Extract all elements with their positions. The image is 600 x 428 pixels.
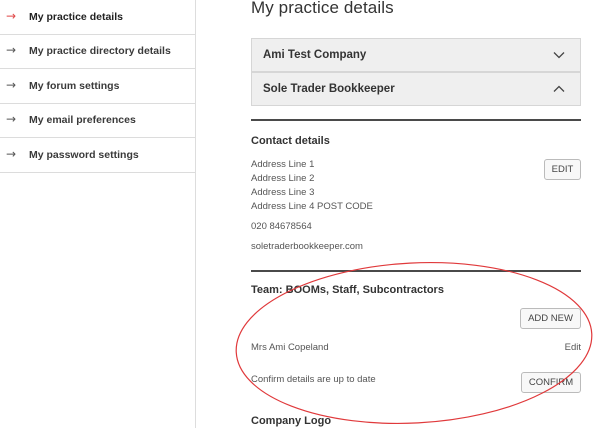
- arrow-right-icon: →: [6, 146, 17, 161]
- accordion-label: Ami Test Company: [263, 49, 367, 61]
- accordion-sole-trader-bookkeeper[interactable]: Sole Trader Bookkeeper: [251, 72, 581, 106]
- address-line: Address Line 2: [251, 173, 315, 184]
- section-divider: [251, 119, 581, 121]
- team-heading: Team: BOOMs, Staff, Subcontractors: [251, 284, 444, 296]
- sidebar-item-practice-details[interactable]: → My practice details: [0, 0, 195, 35]
- accordion-ami-test-company[interactable]: Ami Test Company: [251, 38, 581, 72]
- sidebar-item-password-settings[interactable]: → My password settings: [0, 138, 195, 173]
- confirm-button[interactable]: CONFIRM: [521, 372, 581, 393]
- sidebar-item-email-preferences[interactable]: → My email preferences: [0, 104, 195, 138]
- accordion-label: Sole Trader Bookkeeper: [263, 83, 395, 95]
- arrow-right-icon: →: [6, 8, 17, 23]
- sidebar-item-label: My password settings: [29, 148, 139, 161]
- address-line: Address Line 3: [251, 187, 315, 198]
- team-member-name: Mrs Ami Copeland: [251, 342, 329, 353]
- confirm-details-text: Confirm details are up to date: [251, 374, 376, 385]
- company-logo-heading: Company Logo: [251, 415, 332, 427]
- sidebar-item-label: My email preferences: [29, 114, 136, 127]
- website: soletraderbookkeeper.com: [251, 241, 363, 252]
- main-content: My practice details Ami Test Company Sol…: [251, 0, 581, 428]
- sidebar-item-label: My practice details: [29, 10, 123, 23]
- arrow-right-icon: →: [6, 112, 17, 127]
- address-line: Address Line 1: [251, 159, 315, 170]
- arrow-right-icon: →: [6, 77, 17, 92]
- contact-details-heading: Contact details: [251, 135, 330, 147]
- sidebar-item-label: My practice directory details: [29, 45, 171, 58]
- page-title: My practice details: [251, 0, 394, 17]
- edit-member-link[interactable]: Edit: [565, 342, 581, 353]
- address-line: Address Line 4 POST CODE: [251, 201, 373, 212]
- sidebar-item-directory-details[interactable]: → My practice directory details: [0, 35, 195, 69]
- add-new-button[interactable]: ADD NEW: [520, 308, 581, 329]
- sidebar-item-label: My forum settings: [29, 79, 120, 92]
- sidebar-nav: → My practice details → My practice dire…: [0, 0, 196, 428]
- phone-number: 020 84678564: [251, 221, 312, 232]
- edit-contact-button[interactable]: EDIT: [544, 159, 581, 180]
- chevron-down-icon: [553, 52, 565, 59]
- arrow-right-icon: →: [6, 43, 17, 58]
- sidebar-item-forum-settings[interactable]: → My forum settings: [0, 69, 195, 104]
- section-divider: [251, 270, 581, 272]
- chevron-up-icon: [553, 85, 565, 92]
